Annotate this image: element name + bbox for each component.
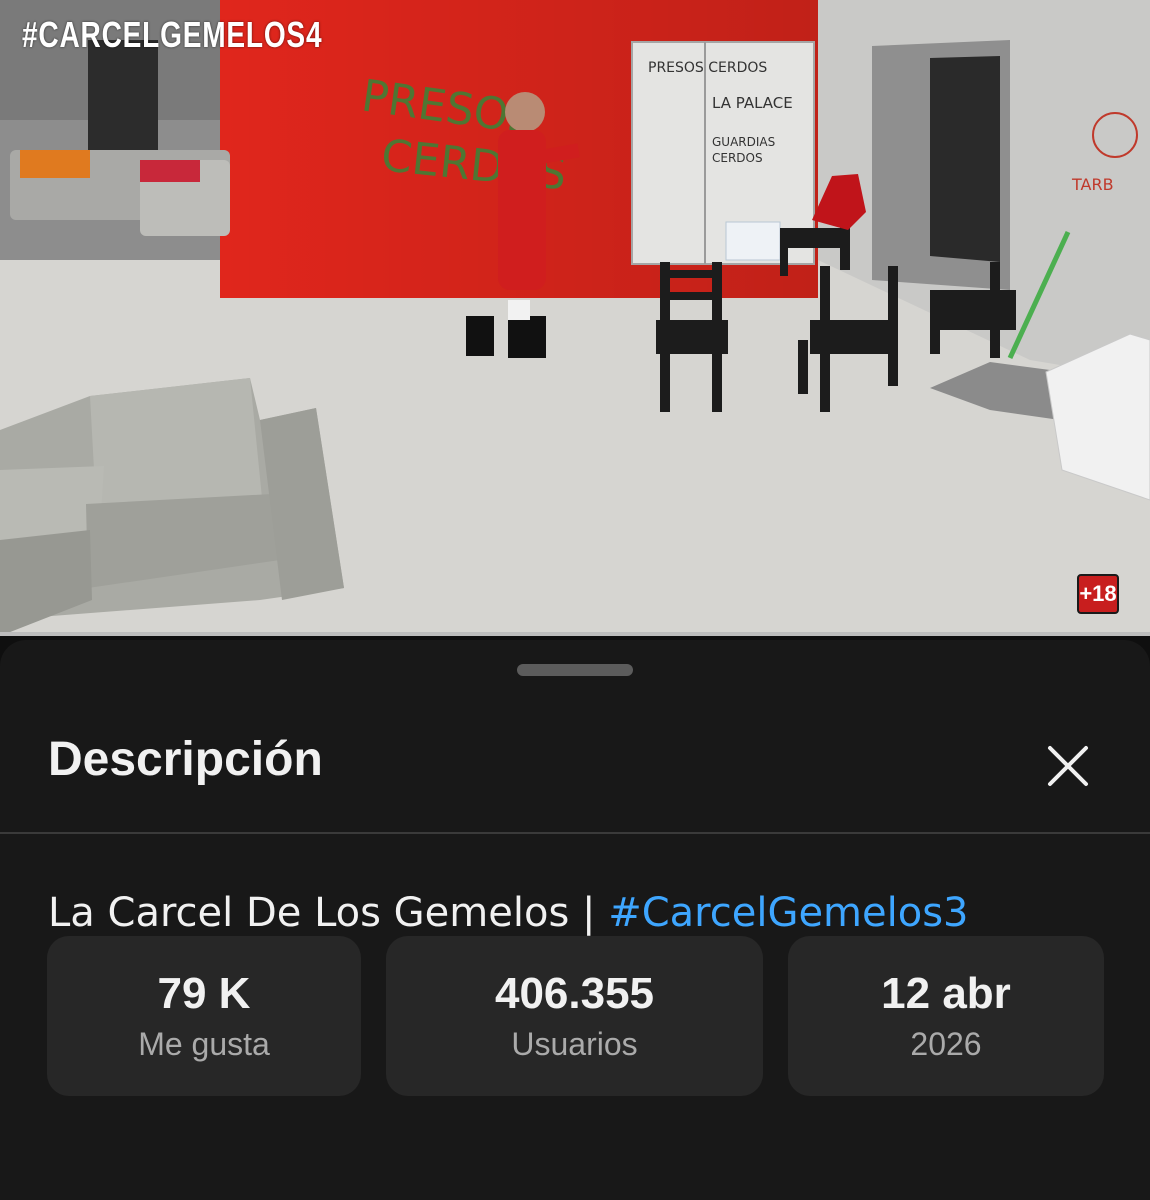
viewers-stat-card: 406.355 Usuarios [386,936,763,1096]
viewers-label: Usuarios [511,1026,638,1062]
svg-text:PRESOS CERDOS: PRESOS CERDOS [648,60,767,76]
video-player[interactable]: PRESOS CERDOS PRESOS CERDOS LA PALACE GU… [0,0,1150,636]
date-stat-card: 12 abr 2026 [788,936,1104,1096]
video-title-text: La Carcel De Los Gemelos | [48,890,609,936]
video-frame: PRESOS CERDOS PRESOS CERDOS LA PALACE GU… [0,0,1150,636]
description-sheet: Descripción La Carcel De Los Gemelos | #… [0,640,1150,1200]
sheet-drag-handle[interactable] [517,664,633,676]
viewers-count: 406.355 [494,969,655,1018]
date-year: 2026 [910,1026,982,1062]
close-button[interactable] [1036,734,1100,798]
age-rating-badge: +18 [1077,574,1119,614]
sheet-title: Descripción [48,733,323,786]
svg-text:CERDOS: CERDOS [712,151,763,165]
svg-text:LA PALACE: LA PALACE [712,94,793,112]
likes-count: 79 K [157,969,251,1018]
channel-hashtag-overlay: #CARCELGEMELOS4 [22,14,323,55]
likes-label: Me gusta [138,1026,270,1062]
svg-text:GUARDIAS: GUARDIAS [712,135,775,149]
header-divider [0,832,1150,834]
svg-text:TARB: TARB [1071,175,1114,194]
video-progress-bar[interactable] [0,632,1150,636]
close-icon [1048,746,1088,786]
likes-stat-card: 79 K Me gusta [47,936,361,1096]
video-title: La Carcel De Los Gemelos | #CarcelGemelo… [48,890,969,936]
date-day-month: 12 abr [881,969,1011,1018]
video-title-hashtag-link[interactable]: #CarcelGemelos3 [608,890,968,936]
